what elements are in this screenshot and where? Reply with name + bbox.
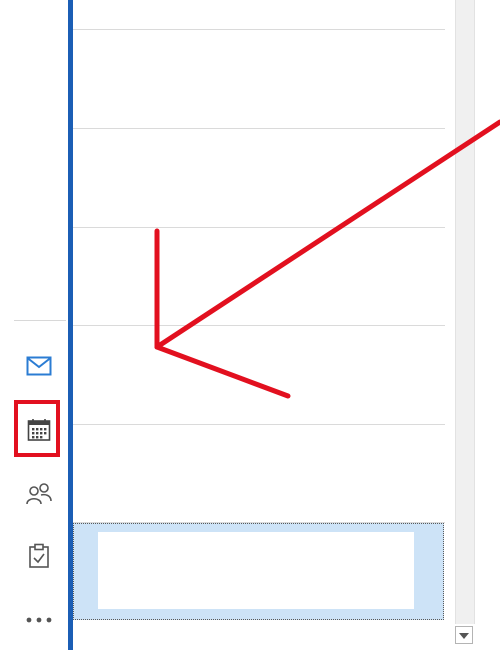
hour-line (73, 325, 445, 326)
nav-calendar-button[interactable] (14, 402, 64, 458)
calendar-day-grid[interactable] (73, 0, 445, 622)
mail-icon (26, 356, 52, 376)
scroll-down-button[interactable] (455, 626, 473, 644)
time-slot-content (98, 532, 414, 609)
nav-divider (14, 320, 66, 321)
hour-line (73, 227, 445, 228)
nav-people-button[interactable] (14, 466, 64, 522)
nav-mail-button[interactable] (14, 338, 64, 394)
calendar-icon (27, 418, 51, 442)
window-edge (482, 0, 500, 659)
hour-line (73, 29, 445, 30)
hour-line (73, 128, 445, 129)
nav-tasks-button[interactable] (14, 528, 64, 584)
more-icon (25, 616, 53, 624)
people-icon (25, 482, 53, 506)
tasks-icon (28, 543, 50, 569)
chevron-down-icon (459, 626, 469, 644)
navigation-bar (0, 0, 68, 659)
outlook-window (0, 0, 500, 659)
vertical-scrollbar[interactable] (455, 0, 475, 624)
hour-line (73, 424, 445, 425)
selected-time-slot[interactable] (73, 523, 444, 620)
nav-more-button[interactable] (14, 592, 64, 648)
